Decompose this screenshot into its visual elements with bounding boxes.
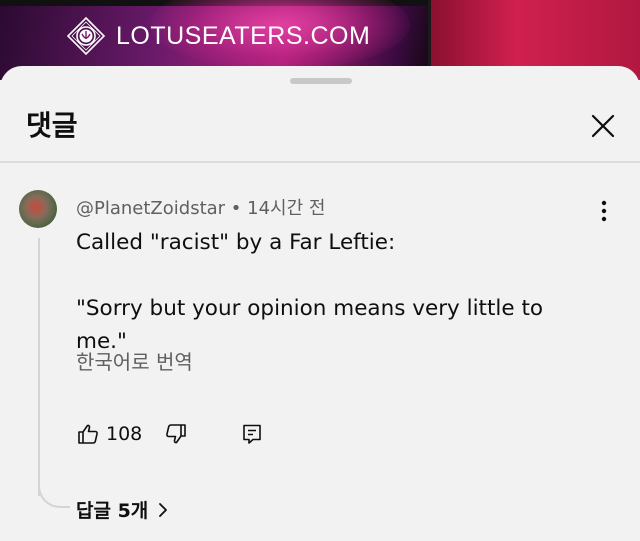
lotus-logo-icon [66,16,106,56]
like-button[interactable]: 108 [76,422,164,446]
header-divider [0,161,640,163]
logo-text: LOTUSEATERS.COM [116,21,371,50]
like-count: 108 [106,423,143,445]
replies-label: 답글 5개 [76,500,149,522]
more-options-button[interactable] [594,196,614,226]
more-vert-icon [601,200,607,222]
comment-author[interactable]: @PlanetZoidstar [76,198,225,219]
lotus-eaters-logo: LOTUSEATERS.COM [66,16,370,56]
avatar[interactable] [19,190,57,228]
comment-line-1: Called "racist" by a Far Leftie: [76,230,396,255]
sheet-title: 댓글 [26,109,78,142]
close-icon [591,114,615,138]
view-replies-button[interactable]: 답글 5개 [76,496,170,523]
reply-button[interactable] [240,422,264,446]
meta-separator: • [230,198,242,219]
comment-body: Called "racist" by a Far Leftie: "Sorry … [76,226,596,358]
comment-spacer [76,259,596,292]
translate-link[interactable]: 한국어로 번역 [76,346,193,375]
reply-icon [243,424,262,444]
comment-time: 14시간 전 [247,198,326,219]
thread-curve [38,476,70,508]
dislike-button[interactable] [164,422,188,446]
drag-handle[interactable] [290,78,352,84]
chevron-right-icon [159,502,168,517]
thumbs-up-icon [78,424,98,444]
comment-actions: 108 [76,418,264,450]
close-button[interactable] [585,108,621,144]
comments-sheet: 댓글 @PlanetZoidstar • 14시간 전 Called "raci… [0,66,640,541]
comment-meta: @PlanetZoidstar • 14시간 전 [76,194,325,220]
thumbs-down-icon [166,424,187,444]
thread-line [38,238,40,496]
